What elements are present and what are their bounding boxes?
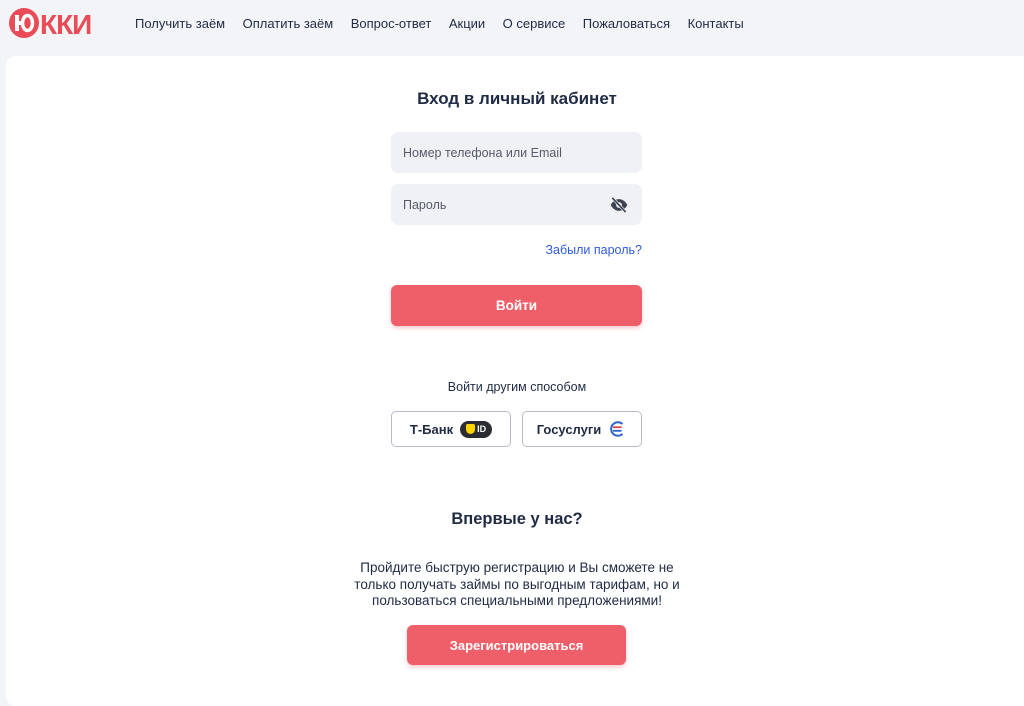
alt-login-label: Войти другим способом	[447, 380, 587, 394]
register-button[interactable]: Зарегистрироваться	[407, 625, 626, 665]
nav-get-loan[interactable]: Получить заём	[135, 16, 225, 32]
password-placeholder: Пароль	[403, 197, 447, 212]
nav-about[interactable]: О сервисе	[503, 16, 566, 32]
gosuslugi-login-button[interactable]: Госуслуги	[522, 411, 642, 447]
top-bar: ККИ Получить заём Оплатить заём Вопрос-о…	[0, 0, 1024, 48]
nav-promotions[interactable]: Акции	[449, 16, 485, 32]
register-title: Впервые у нас?	[451, 510, 583, 528]
nav-faq[interactable]: Вопрос-ответ	[351, 16, 432, 32]
tbank-login-button[interactable]: Т-Банк ID	[391, 411, 511, 447]
register-text: Пройдите быструю регистрацию и Вы сможет…	[354, 560, 680, 608]
gosuslugi-label: Госуслуги	[536, 421, 602, 437]
eye-off-icon[interactable]	[609, 195, 629, 215]
tbank-id-text: ID	[477, 424, 487, 434]
gosuslugi-icon	[610, 421, 624, 437]
yukki-logo[interactable]: ККИ	[4, 4, 108, 42]
forgot-password-link[interactable]: Забыли пароль?	[545, 243, 642, 257]
login-title: Вход в личный кабинет	[417, 89, 617, 108]
main-nav: Получить заём Оплатить заём Вопрос-ответ…	[135, 16, 761, 32]
password-input[interactable]: Пароль	[391, 184, 642, 225]
tbank-id-badge: ID	[460, 420, 493, 438]
svg-text:ККИ: ККИ	[40, 9, 91, 40]
tbank-label: Т-Банк	[409, 421, 454, 437]
nav-pay-loan[interactable]: Оплатить заём	[243, 16, 334, 32]
tbank-shield-icon	[466, 424, 476, 434]
nav-contacts[interactable]: Контакты	[688, 16, 744, 32]
login-button[interactable]: Войти	[391, 285, 642, 326]
nav-complaint[interactable]: Пожаловаться	[583, 16, 670, 32]
login-placeholder: Номер телефона или Email	[403, 145, 562, 160]
login-input[interactable]: Номер телефона или Email	[391, 132, 642, 173]
